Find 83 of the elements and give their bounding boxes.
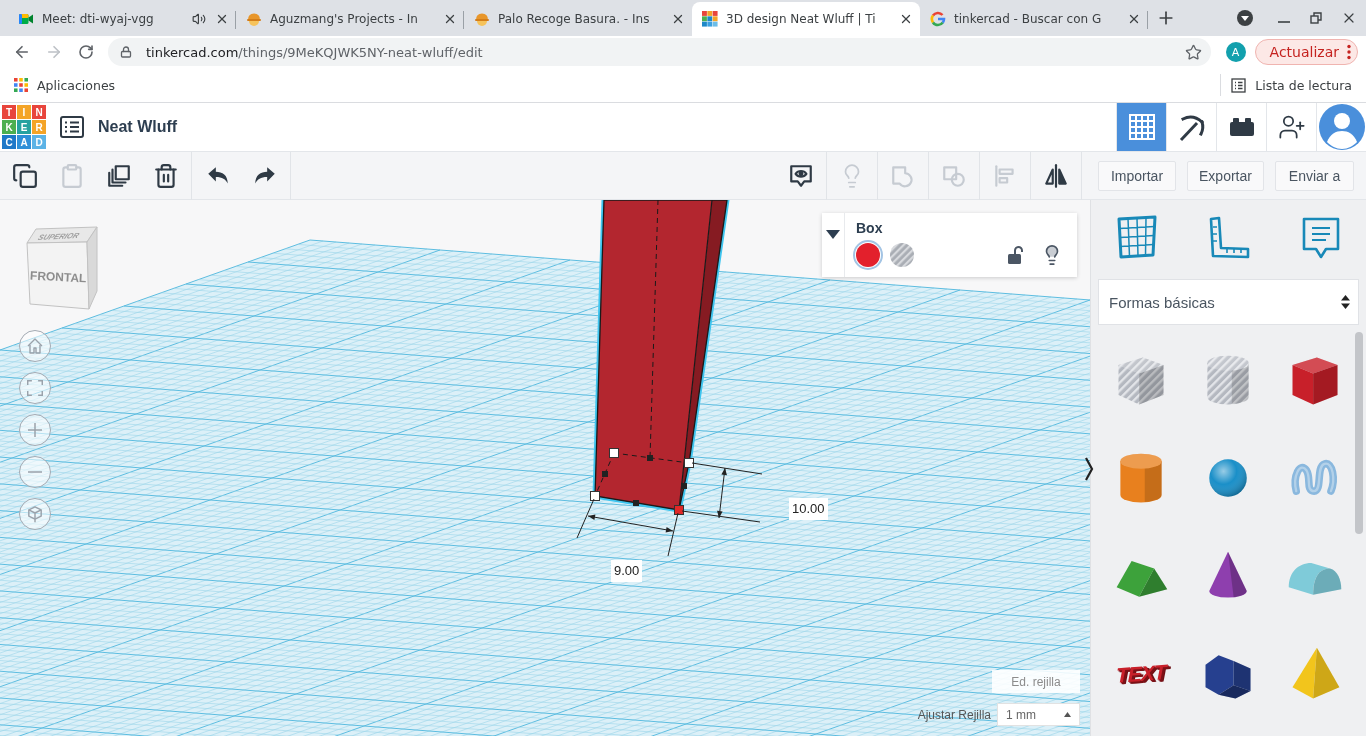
update-button[interactable]: Actualizar: [1254, 39, 1358, 65]
more-icon: [1347, 44, 1351, 60]
hard-hat-face-icon: [246, 11, 262, 27]
browser-tab[interactable]: Palo Recoge Basura. - Ins: [464, 2, 692, 36]
copy-icon: [11, 162, 38, 189]
forward-arrow-icon: [45, 43, 63, 61]
file-action-button[interactable]: Exportar: [1187, 160, 1264, 191]
file-action-button[interactable]: Enviar a: [1275, 160, 1354, 191]
snap-grid-select[interactable]: 1 mm: [997, 703, 1080, 726]
close-icon: [1127, 12, 1141, 26]
close-icon: [215, 12, 229, 26]
dimension-value[interactable]: 10.00: [789, 498, 828, 520]
perspective-button[interactable]: [19, 498, 51, 530]
resize-handle[interactable]: [681, 483, 687, 489]
stacked-squares-icon: [105, 162, 132, 189]
resize-handle[interactable]: [590, 491, 600, 501]
home-icon: [27, 338, 43, 354]
design-menu-button[interactable]: [58, 113, 86, 141]
speaker-icon[interactable]: [192, 12, 206, 26]
restore-icon: [1310, 12, 1322, 24]
scrollbar[interactable]: [1355, 332, 1363, 534]
trash-icon: [152, 162, 179, 189]
cube-face-label: SUPERIOR: [36, 231, 81, 242]
add-user-icon: [1277, 113, 1306, 141]
camera-icon: [18, 11, 34, 27]
fit-button[interactable]: [19, 372, 51, 404]
text-shape-item[interactable]: TEXT: [1097, 625, 1184, 723]
mirror-icon: [1043, 162, 1069, 189]
reading-list-button[interactable]: Lista de lectura: [1231, 77, 1352, 93]
address-field[interactable]: tinkercad.com/things/9MeKQJWK5NY-neat-wluff/edit: [108, 38, 1211, 66]
resize-handle[interactable]: [674, 505, 684, 515]
view-cube[interactable]: [24, 225, 98, 311]
close-icon: [443, 12, 457, 26]
zoom-in-icon: [28, 423, 42, 437]
bookmark-link[interactable]: Aplicaciones: [14, 77, 116, 93]
cube-icon: [28, 505, 42, 523]
grid-icon: [1127, 113, 1156, 141]
sort-arrows-icon: [1341, 294, 1350, 310]
workspace-canvas[interactable]: SUPERIOR FRONTAL 10.00 9.00 Box Ed. rejilla Ajustar Rejilla 1 mm: [0, 200, 1090, 736]
browser-tab[interactable]: tinkercad - Buscar con G: [920, 2, 1148, 36]
list-icon: [60, 116, 84, 138]
logo-icon: [702, 11, 718, 27]
url-text: tinkercad.com/things/9MeKQJWK5NY-neat-wluff/edit: [146, 44, 484, 60]
design-title: Neat Wluff: [98, 118, 178, 136]
close-icon: [899, 12, 913, 26]
caret-circle-icon: [1236, 9, 1254, 27]
box-shape[interactable]: [592, 200, 730, 513]
caret-up-icon: [1064, 712, 1071, 717]
text-shape-label: TEXT: [1115, 660, 1166, 688]
ruler-icon: [1207, 215, 1251, 261]
collapse-button[interactable]: [822, 213, 845, 277]
cube-face-label: FRONTAL: [29, 268, 87, 286]
logo[interactable]: T I N K E R C A D: [2, 105, 46, 149]
grid-plane-icon: [1115, 215, 1159, 261]
star-icon: [1185, 43, 1203, 61]
snap-grid-label: Ajustar Rejilla: [917, 707, 991, 722]
hard-hat-face-icon: [474, 11, 490, 27]
browser-tab[interactable]: Meet: dti-wyaj-vgg: [8, 2, 236, 36]
striped-swatch-icon: [890, 243, 914, 267]
open-lock-icon: [1007, 246, 1023, 264]
dimension-value[interactable]: 9.00: [611, 560, 643, 582]
browser-tab[interactable]: 3D design Neat Wluff | Ti: [692, 2, 920, 36]
eye-bubble-icon: [788, 162, 814, 189]
resize-handle[interactable]: [609, 448, 619, 458]
fit-view-icon: [27, 380, 43, 396]
minimize-icon: [1278, 21, 1290, 23]
shape-title: Box: [856, 220, 884, 236]
resize-handle[interactable]: [647, 455, 653, 461]
bookmark-star-button[interactable]: [1184, 43, 1203, 61]
apps-grid-icon: [14, 78, 28, 92]
resize-handle[interactable]: [602, 471, 608, 477]
resize-handle[interactable]: [633, 500, 639, 506]
google-g-icon: [930, 11, 946, 27]
resize-handle[interactable]: [684, 458, 694, 468]
reload-icon: [78, 44, 94, 60]
list-icon: [1231, 77, 1247, 93]
lock-icon: [120, 46, 132, 58]
browser-tab[interactable]: Aguzmang's Projects - In: [236, 2, 464, 36]
chevron-right-icon[interactable]: [1084, 456, 1094, 482]
close-icon: [671, 12, 685, 26]
lock-button[interactable]: [1007, 246, 1023, 264]
shape-category-select[interactable]: Formas básicas: [1098, 279, 1359, 325]
file-action-button[interactable]: Importar: [1098, 160, 1176, 191]
